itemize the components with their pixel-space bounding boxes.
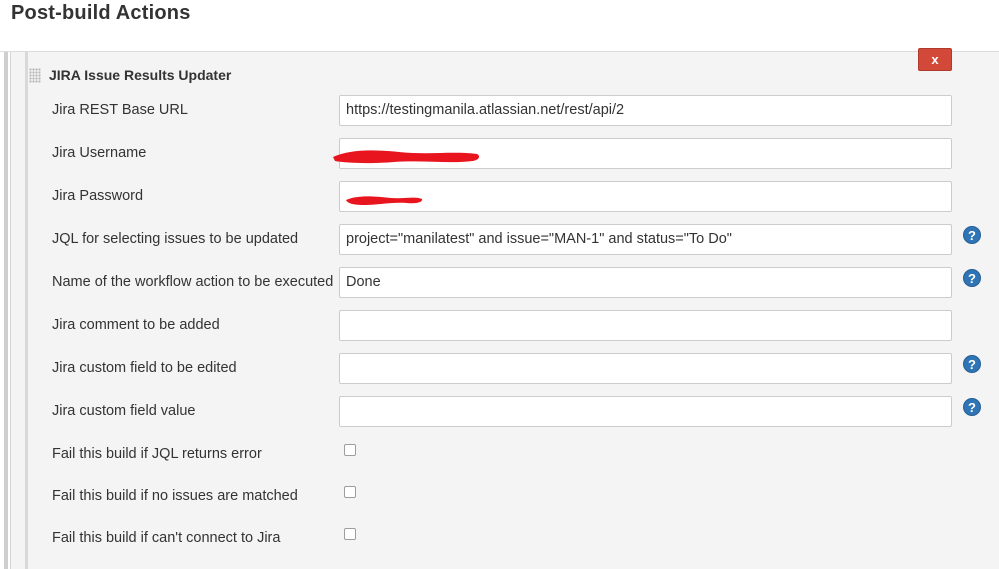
username-label: Jira Username (52, 145, 147, 161)
field-row-workflow-action: Name of the workflow action to be execut… (11, 267, 999, 300)
workflow-action-input[interactable]: Done (339, 267, 952, 298)
close-icon: x (931, 52, 939, 67)
comment-label: Jira comment to be added (52, 317, 220, 333)
question-mark-icon[interactable]: ? (963, 269, 981, 287)
field-row-password: Jira Password (11, 181, 999, 214)
field-row-comment: Jira comment to be added (11, 310, 999, 343)
password-redaction (346, 196, 423, 205)
custom-field-input[interactable] (339, 353, 952, 384)
base-url-label: Jira REST Base URL (52, 102, 188, 118)
custom-field-value-input[interactable] (339, 396, 952, 427)
question-mark-icon[interactable]: ? (963, 226, 981, 244)
connect-error-checkbox[interactable] (344, 528, 356, 540)
custom-field-label: Jira custom field to be edited (52, 360, 237, 376)
custom-field-value-label: Jira custom field value (52, 403, 196, 419)
checkbox-row-no-issues: Fail this build if no issues are matched (11, 484, 999, 508)
jql-error-checkbox[interactable] (344, 444, 356, 456)
section-left-bar (4, 52, 8, 569)
jql-label: JQL for selecting issues to be updated (52, 231, 299, 247)
jira-updater-panel: JIRA Issue Results Updater x Jira REST B… (10, 48, 999, 569)
question-mark-icon[interactable]: ? (963, 398, 981, 416)
comment-input[interactable] (339, 310, 952, 341)
password-input[interactable] (339, 181, 952, 212)
username-redaction (333, 150, 480, 164)
panel-title: JIRA Issue Results Updater (49, 67, 232, 83)
no-issues-label: Fail this build if no issues are matched (52, 488, 298, 504)
question-mark-icon[interactable]: ? (963, 355, 981, 373)
base-url-input[interactable]: https://testingmanila.atlassian.net/rest… (339, 95, 952, 126)
field-row-custom-field-value: Jira custom field value ? (11, 396, 999, 429)
no-issues-checkbox[interactable] (344, 486, 356, 498)
connect-error-label: Fail this build if can't connect to Jira (52, 530, 281, 546)
checkbox-row-jql-error: Fail this build if JQL returns error (11, 442, 999, 466)
field-row-base-url: Jira REST Base URL https://testingmanila… (11, 95, 999, 128)
field-row-username: Jira Username (11, 138, 999, 171)
drag-handle-icon[interactable] (29, 68, 41, 83)
field-row-custom-field: Jira custom field to be edited ? (11, 353, 999, 386)
field-row-jql: JQL for selecting issues to be updated p… (11, 224, 999, 257)
jql-error-label: Fail this build if JQL returns error (52, 446, 262, 462)
delete-step-button[interactable]: x (918, 48, 952, 71)
checkbox-row-connect-error: Fail this build if can't connect to Jira (11, 526, 999, 550)
workflow-action-label: Name of the workflow action to be execut… (52, 274, 334, 290)
section-title: Post-build Actions (11, 2, 191, 24)
jql-input[interactable]: project="manilatest" and issue="MAN-1" a… (339, 224, 952, 255)
password-label: Jira Password (52, 188, 144, 204)
